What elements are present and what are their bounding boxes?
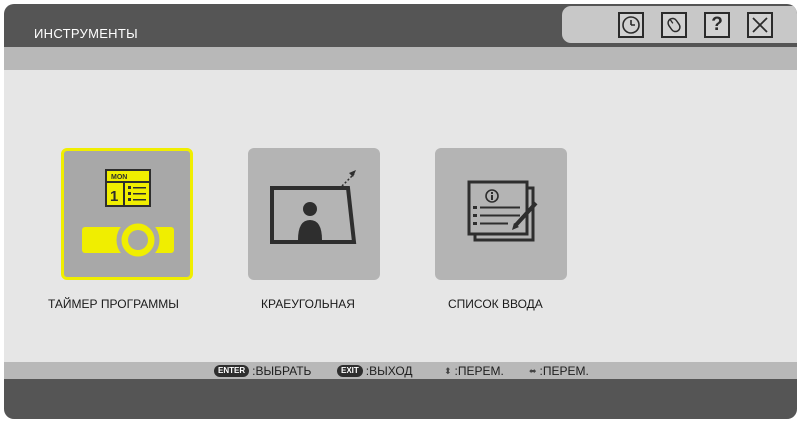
input-list-label: СПИСОК ВВОДА	[448, 297, 543, 311]
help-button[interactable]: ?	[704, 12, 730, 38]
exit-key-badge: EXIT	[337, 365, 363, 377]
content-area: MON 1 ТАЙМЕР ПРОГРАММЫ КРАЕУГОЛЬНАЯ СПИС…	[4, 70, 797, 362]
help-bar: ENTER :ВЫБРАТЬ EXIT :ВЫХОД ⬍ :ПЕРЕМ. ⬌ :…	[4, 362, 797, 379]
clock-icon	[622, 16, 640, 34]
calendar-date: 1	[110, 188, 118, 205]
updown-arrow-icon: ⬍	[444, 365, 452, 376]
help-updown: ⬍ :ПЕРЕМ.	[444, 364, 504, 378]
clock-button[interactable]	[618, 12, 644, 38]
close-button[interactable]	[747, 12, 773, 38]
help-enter: ENTER :ВЫБРАТЬ	[214, 364, 311, 378]
tools-window: ИНСТРУМЕНТЫ ? MON 1 ТАЙМЕР ПРОГРАММЫ КРА…	[4, 4, 797, 419]
exit-help-text: :ВЫХОД	[365, 364, 413, 378]
sub-bar	[4, 47, 797, 70]
help-icon: ?	[711, 14, 723, 35]
help-exit: EXIT :ВЫХОД	[337, 364, 413, 378]
leftright-help-text: :ПЕРЕМ.	[539, 364, 589, 378]
mouse-button[interactable]	[661, 12, 687, 38]
input-list-icon	[467, 180, 538, 242]
updown-help-text: :ПЕРЕМ.	[454, 364, 504, 378]
window-title: ИНСТРУМЕНТЫ	[34, 26, 138, 41]
program-timer-icon: MON 1	[82, 169, 174, 262]
cornerstone-label: КРАЕУГОЛЬНАЯ	[261, 297, 355, 311]
mouse-icon	[667, 17, 681, 33]
bottom-bar	[4, 379, 797, 419]
close-icon	[752, 17, 768, 33]
leftright-arrow-icon: ⬌	[529, 365, 537, 376]
input-list-tile[interactable]	[435, 148, 567, 280]
enter-key-badge: ENTER	[214, 365, 250, 377]
help-leftright: ⬌ :ПЕРЕМ.	[529, 364, 589, 378]
toolbar-panel: ?	[562, 6, 797, 43]
program-timer-label: ТАЙМЕР ПРОГРАММЫ	[48, 297, 179, 311]
calendar-day: MON	[111, 174, 127, 181]
title-bar: ИНСТРУМЕНТЫ ?	[4, 4, 797, 47]
cornerstone-tile[interactable]	[248, 148, 380, 280]
program-timer-tile[interactable]: MON 1	[61, 148, 193, 280]
cornerstone-icon	[270, 170, 357, 244]
enter-help-text: :ВЫБРАТЬ	[252, 364, 312, 378]
